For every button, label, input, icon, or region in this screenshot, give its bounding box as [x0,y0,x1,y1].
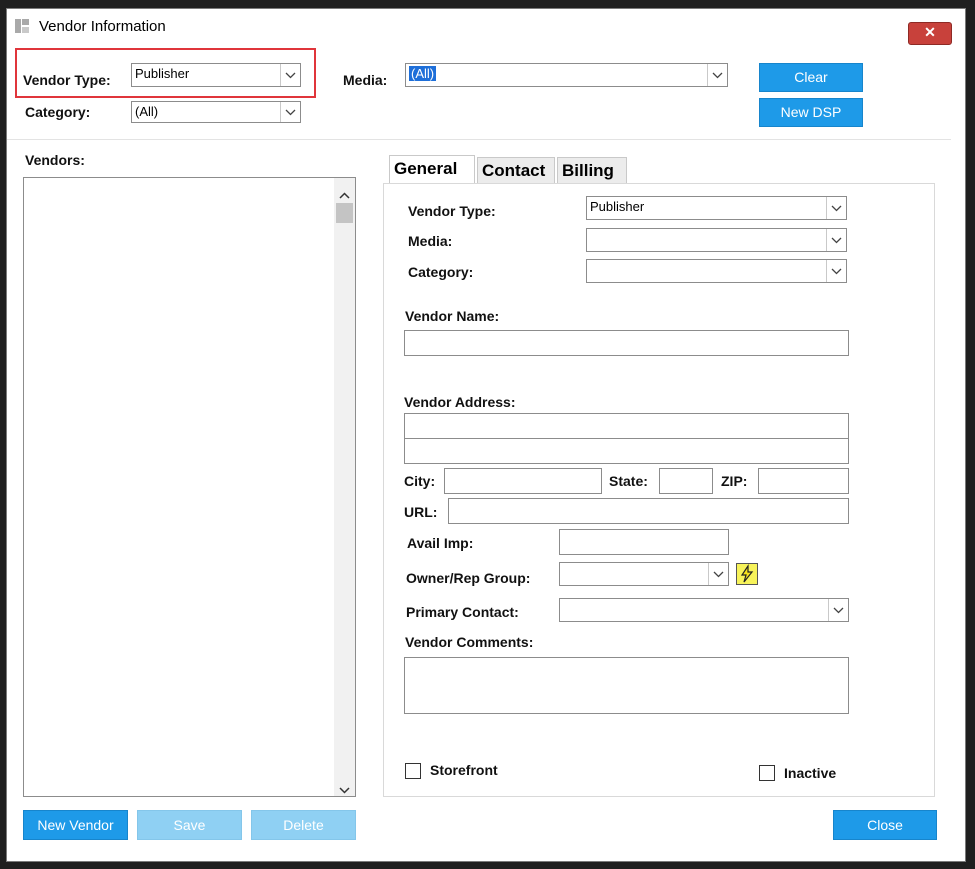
filter-category-value: (All) [135,104,159,119]
scroll-thumb[interactable] [336,203,353,223]
chevron-down-icon [826,260,846,282]
chevron-down-icon [280,64,300,86]
tab-contact[interactable]: Contact [477,157,555,185]
zip-input[interactable] [758,468,849,494]
address-line1-input[interactable] [404,413,849,439]
primary-contact-dropdown[interactable] [559,598,849,622]
chevron-down-icon [708,563,728,585]
clear-button[interactable]: Clear [759,63,863,92]
vendor-name-label: Vendor Name: [405,308,500,324]
new-dsp-button[interactable]: New DSP [759,98,863,127]
storefront-checkbox[interactable] [405,763,421,779]
delete-button[interactable]: Delete [251,810,356,840]
storefront-label: Storefront [430,762,498,778]
state-input[interactable] [659,468,713,494]
category-label: Category: [408,264,474,280]
filter-media-dropdown[interactable]: (All) [405,63,728,87]
vendors-label: Vendors: [25,152,85,168]
primary-contact-label: Primary Contact: [406,604,519,620]
vendors-list[interactable] [23,177,356,797]
owner-rep-group-dropdown[interactable] [559,562,729,586]
owner-rep-group-label: Owner/Rep Group: [406,570,531,586]
close-window-button[interactable]: ✕ [908,22,952,45]
zip-label: ZIP: [721,473,748,489]
url-input[interactable] [448,498,849,524]
divider [7,139,951,140]
tab-general[interactable]: General [389,155,475,185]
filter-vendor-type-value: Publisher [135,66,190,81]
vendor-address-label: Vendor Address: [404,394,516,410]
scroll-up-icon[interactable] [339,186,350,202]
inactive-checkbox[interactable] [759,765,775,781]
app-icon [15,19,29,33]
save-button[interactable]: Save [137,810,242,840]
media-dropdown[interactable] [586,228,847,252]
vendor-type-value: Publisher [590,199,645,214]
scroll-down-icon[interactable] [339,781,350,797]
state-label: State: [609,473,648,489]
chevron-down-icon [828,599,848,621]
chevron-down-icon [280,102,300,122]
vendor-type-label: Vendor Type: [408,203,496,219]
lightning-icon[interactable] [736,563,758,585]
filter-media-value: (All) [409,66,437,81]
vendor-information-window: Vendor Information ✕ Vendor Type: Publis… [6,8,966,862]
filter-media-label: Media: [343,72,388,88]
category-dropdown[interactable] [586,259,847,283]
city-label: City: [404,473,436,489]
vendor-type-dropdown[interactable]: Publisher [586,196,847,220]
filter-vendor-type-label: Vendor Type: [23,72,111,88]
window-title: Vendor Information [39,18,166,35]
url-label: URL: [404,504,438,520]
avail-imp-label: Avail Imp: [407,535,474,551]
chevron-down-icon [707,64,727,86]
new-vendor-button[interactable]: New Vendor [23,810,128,840]
title-bar: Vendor Information ✕ [7,9,965,45]
filter-vendor-type-dropdown[interactable]: Publisher [131,63,301,87]
avail-imp-input[interactable] [559,529,729,555]
vendor-comments-textarea[interactable] [404,657,849,714]
address-line2-input[interactable] [404,438,849,464]
tab-billing[interactable]: Billing [557,157,627,185]
chevron-down-icon [826,229,846,251]
filter-category-label: Category: [25,104,91,120]
close-button[interactable]: Close [833,810,937,840]
vendor-comments-label: Vendor Comments: [405,634,534,650]
close-icon: ✕ [924,24,936,40]
inactive-label: Inactive [784,765,837,781]
city-input[interactable] [444,468,602,494]
chevron-down-icon [826,197,846,219]
media-label: Media: [408,233,453,249]
vendor-name-input[interactable] [404,330,849,356]
filter-category-dropdown[interactable]: (All) [131,101,301,123]
vendors-scrollbar[interactable] [334,178,355,796]
